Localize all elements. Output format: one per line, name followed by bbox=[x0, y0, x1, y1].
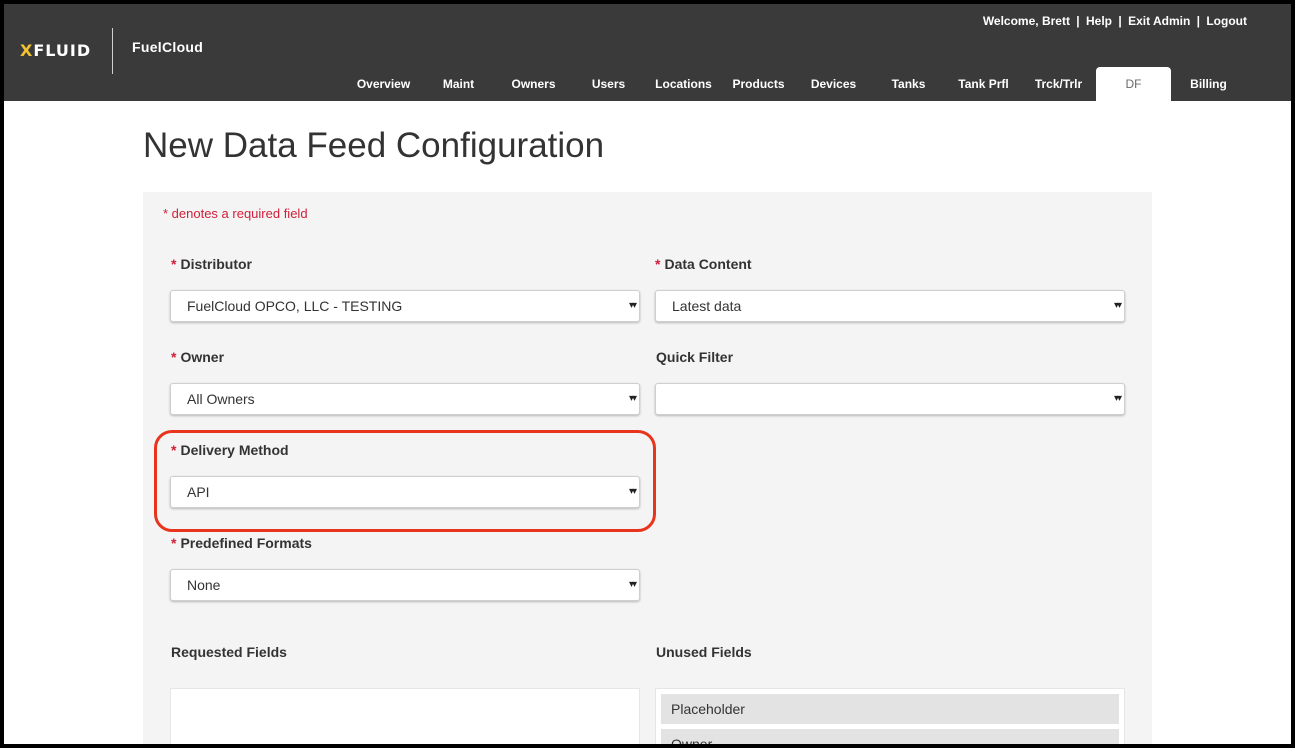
required-star: * bbox=[171, 349, 177, 365]
delivery-method-value: API bbox=[187, 484, 210, 500]
required-star: * bbox=[171, 256, 177, 272]
predefined-formats-label-text: Predefined Formats bbox=[180, 535, 312, 551]
welcome-text: Welcome, Brett bbox=[982, 14, 1070, 28]
xfluid-logo[interactable]: XFLUID bbox=[20, 41, 91, 60]
quick-filter-label: Quick Filter bbox=[656, 349, 734, 365]
tab-products[interactable]: Products bbox=[721, 67, 796, 101]
main-nav: Overview Maint Owners Users Locations Pr… bbox=[346, 67, 1246, 101]
tab-locations[interactable]: Locations bbox=[646, 67, 721, 101]
list-item[interactable]: Placeholder bbox=[661, 694, 1119, 724]
owner-label-text: Owner bbox=[180, 349, 225, 365]
list-item[interactable]: Owner bbox=[661, 729, 1119, 744]
link-separator: | bbox=[1076, 14, 1080, 28]
tab-tanks[interactable]: Tanks bbox=[871, 67, 946, 101]
required-star: * bbox=[171, 535, 177, 551]
predefined-formats-value: None bbox=[187, 577, 221, 593]
data-content-value: Latest data bbox=[672, 298, 742, 314]
delivery-method-label-text: Delivery Method bbox=[180, 442, 289, 458]
exit-admin-link[interactable]: Exit Admin bbox=[1128, 14, 1190, 28]
requested-fields-list[interactable] bbox=[170, 688, 640, 744]
quick-filter-select[interactable]: ▾▾ bbox=[655, 383, 1125, 415]
top-links: Welcome, Brett | Help | Exit Admin | Log… bbox=[983, 14, 1247, 28]
chevron-down-icon: ▾▾ bbox=[628, 393, 637, 404]
distributor-select[interactable]: FuelCloud OPCO, LLC - TESTING ▾▾ bbox=[170, 290, 640, 322]
link-separator: | bbox=[1196, 14, 1200, 28]
required-star: * bbox=[171, 442, 177, 458]
predefined-formats-label: * Predefined Formats bbox=[171, 535, 312, 551]
predefined-formats-select[interactable]: None ▾▾ bbox=[170, 569, 640, 601]
delivery-method-select[interactable]: API ▾▾ bbox=[170, 476, 640, 508]
logo-text: FLUID bbox=[33, 41, 92, 60]
tab-owners[interactable]: Owners bbox=[496, 67, 571, 101]
data-feed-form: * denotes a required field * Distributor … bbox=[143, 192, 1152, 744]
unused-fields-label: Unused Fields bbox=[656, 644, 752, 660]
tab-trck-trlr[interactable]: Trck/Trlr bbox=[1021, 67, 1096, 101]
distributor-label: * Distributor bbox=[171, 256, 252, 272]
required-star: * bbox=[655, 256, 661, 272]
chevron-down-icon: ▾▾ bbox=[628, 486, 637, 497]
tab-overview[interactable]: Overview bbox=[346, 67, 421, 101]
brand-name: FuelCloud bbox=[132, 39, 204, 55]
unused-fields-list[interactable]: Placeholder Owner bbox=[655, 688, 1125, 744]
tab-billing[interactable]: Billing bbox=[1171, 67, 1246, 101]
chevron-down-icon: ▾▾ bbox=[628, 579, 637, 590]
owner-select[interactable]: All Owners ▾▾ bbox=[170, 383, 640, 415]
owner-value: All Owners bbox=[187, 391, 255, 407]
link-separator: | bbox=[1118, 14, 1122, 28]
page-title: New Data Feed Configuration bbox=[143, 126, 605, 165]
app-frame: XFLUID FuelCloud Welcome, Brett | Help |… bbox=[4, 4, 1291, 744]
tab-users[interactable]: Users bbox=[571, 67, 646, 101]
chevron-down-icon: ▾▾ bbox=[1113, 393, 1122, 404]
logout-link[interactable]: Logout bbox=[1206, 14, 1247, 28]
requested-fields-label: Requested Fields bbox=[171, 644, 287, 660]
tab-maint[interactable]: Maint bbox=[421, 67, 496, 101]
distributor-label-text: Distributor bbox=[180, 256, 253, 272]
chevron-down-icon: ▾▾ bbox=[1113, 300, 1122, 311]
tab-df[interactable]: DF bbox=[1096, 67, 1171, 101]
header: XFLUID FuelCloud Welcome, Brett | Help |… bbox=[4, 4, 1291, 101]
help-link[interactable]: Help bbox=[1086, 14, 1112, 28]
chevron-down-icon: ▾▾ bbox=[628, 300, 637, 311]
required-note: * denotes a required field bbox=[163, 206, 308, 221]
delivery-method-label: * Delivery Method bbox=[171, 442, 289, 458]
tab-tank-prfl[interactable]: Tank Prfl bbox=[946, 67, 1021, 101]
distributor-value: FuelCloud OPCO, LLC - TESTING bbox=[187, 298, 403, 314]
data-content-label-text: Data Content bbox=[664, 256, 752, 272]
owner-label: * Owner bbox=[171, 349, 224, 365]
logo-x: X bbox=[20, 41, 34, 60]
logo-divider bbox=[112, 28, 113, 74]
data-content-label: * Data Content bbox=[655, 256, 752, 272]
data-content-select[interactable]: Latest data ▾▾ bbox=[655, 290, 1125, 322]
tab-devices[interactable]: Devices bbox=[796, 67, 871, 101]
